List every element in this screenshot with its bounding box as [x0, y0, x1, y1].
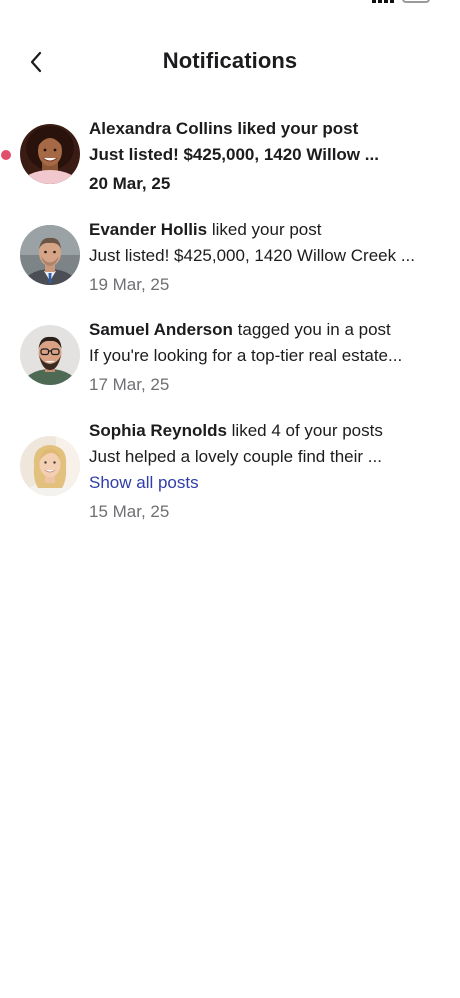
notification-body: Sophia Reynolds liked 4 of your posts Ju…: [89, 418, 444, 548]
post-preview: Just helped a lovely couple find their .…: [89, 447, 382, 466]
avatar[interactable]: [20, 124, 80, 184]
avatar[interactable]: [20, 325, 80, 385]
notification-item[interactable]: Alexandra Collins liked your post Just l…: [0, 116, 460, 217]
notification-action: liked 4 of your posts: [231, 421, 383, 440]
show-all-posts-link[interactable]: Show all posts: [89, 470, 444, 496]
notification-date: 15 Mar, 25: [89, 502, 170, 521]
status-icons: [372, 0, 430, 3]
user-name[interactable]: Samuel Anderson: [89, 320, 233, 339]
notification-headline: Evander Hollis liked your post: [89, 217, 444, 243]
notification-date: 20 Mar, 25: [89, 174, 171, 193]
notification-item[interactable]: Evander Hollis liked your post Just list…: [0, 217, 460, 317]
unread-dot: [1, 150, 11, 160]
battery-icon: [402, 0, 430, 3]
header: Notifications: [0, 36, 460, 88]
notification-body: Evander Hollis liked your post Just list…: [89, 217, 444, 317]
signal-icon: [372, 0, 394, 3]
post-preview: Just listed! $425,000, 1420 Willow ...: [89, 145, 379, 164]
notification-action: liked your post: [211, 220, 322, 239]
notification-body: Alexandra Collins liked your post Just l…: [89, 116, 444, 217]
notification-headline: Alexandra Collins liked your post: [89, 116, 444, 142]
avatar[interactable]: [20, 225, 80, 285]
notification-headline: Samuel Anderson tagged you in a post: [89, 317, 444, 343]
user-name[interactable]: Evander Hollis: [89, 220, 207, 239]
post-preview: Just listed! $425,000, 1420 Willow Creek…: [89, 246, 415, 265]
notification-action: tagged you in a post: [237, 320, 391, 339]
avatar[interactable]: [20, 436, 80, 496]
notification-body: Samuel Anderson tagged you in a post If …: [89, 317, 444, 418]
notification-item[interactable]: Sophia Reynolds liked 4 of your posts Ju…: [0, 418, 460, 548]
user-name[interactable]: Alexandra Collins: [89, 119, 233, 138]
notification-date: 19 Mar, 25: [89, 275, 170, 294]
notification-date: 17 Mar, 25: [89, 375, 170, 394]
status-bar: [0, 0, 460, 6]
notification-action: liked your post: [237, 119, 359, 138]
page-title: Notifications: [162, 48, 298, 73]
notification-headline: Sophia Reynolds liked 4 of your posts: [89, 418, 444, 444]
post-preview: If you're looking for a top-tier real es…: [89, 346, 403, 365]
user-name[interactable]: Sophia Reynolds: [89, 421, 227, 440]
notification-item[interactable]: Samuel Anderson tagged you in a post If …: [0, 317, 460, 418]
notifications-list: Alexandra Collins liked your post Just l…: [0, 116, 460, 548]
